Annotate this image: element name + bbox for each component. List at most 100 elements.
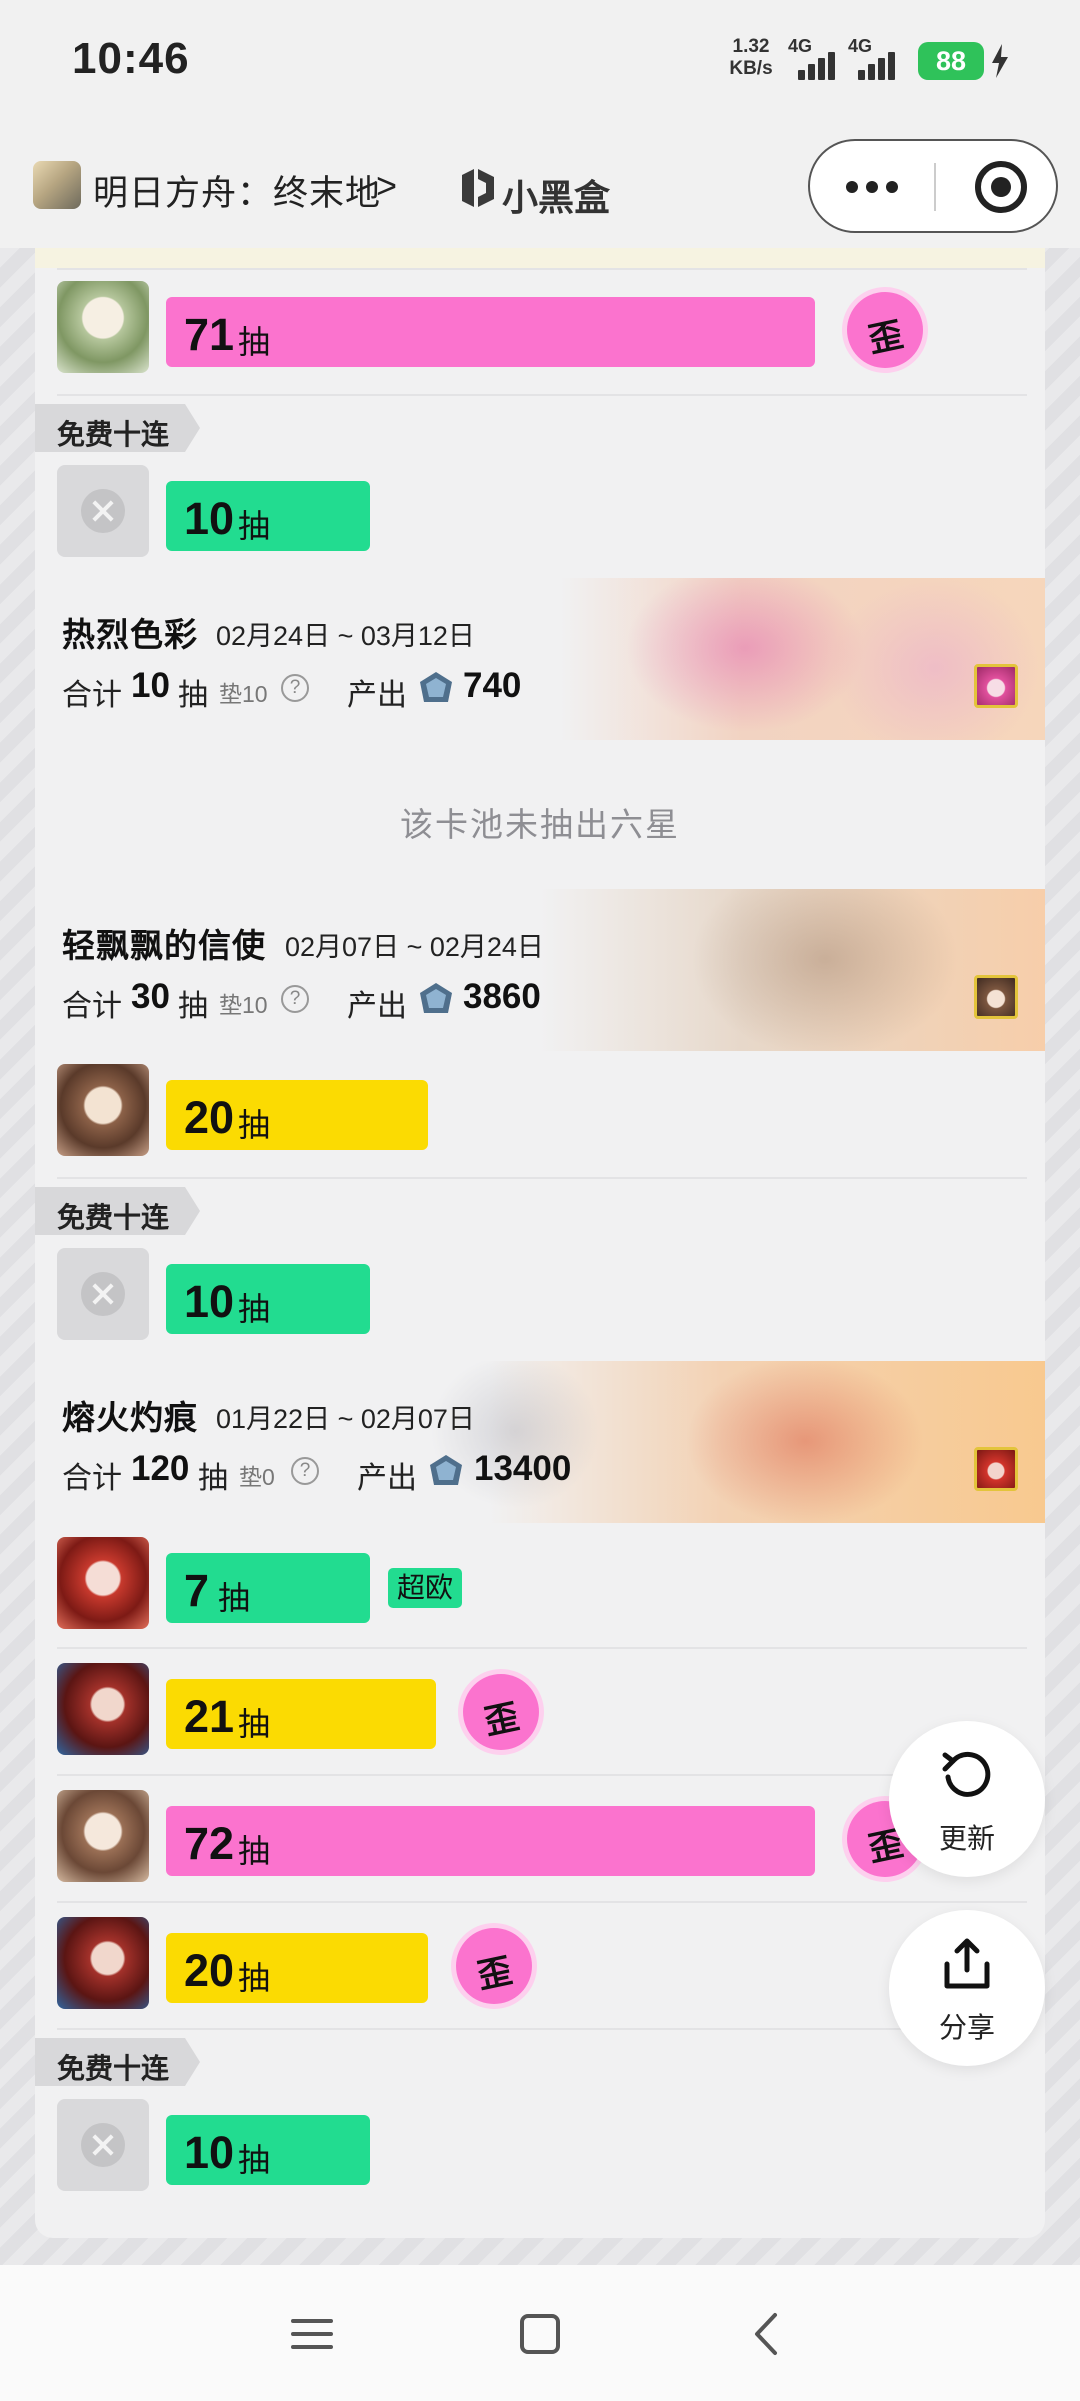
total-pulls: 10	[131, 666, 170, 705]
pull-count-bar: 10 抽	[166, 1264, 370, 1334]
pool-banner-art	[35, 578, 1045, 740]
free-ten-pull-tag: 免费十连	[35, 404, 200, 452]
pity-count: 垫0	[239, 1464, 275, 1490]
pull-count-bar: 72 抽	[166, 1806, 815, 1876]
pull-record-row: 21 抽 歪	[35, 1652, 1045, 1762]
free-ten-pull-label: 免费十连	[57, 1202, 170, 1233]
xiaoheihe-logo-icon	[462, 169, 494, 207]
pull-record-row: 20 抽	[35, 1053, 1045, 1163]
pull-unit: 抽	[238, 1833, 271, 1869]
operator-avatar	[57, 281, 149, 373]
refresh-icon	[942, 1751, 991, 1797]
pool-date: 02月24日 ~ 03月12日	[216, 621, 475, 651]
home-square-icon[interactable]	[515, 2309, 565, 2359]
capsule-menu	[808, 139, 1058, 233]
pool-name: 热烈色彩	[62, 616, 198, 653]
operator-avatar	[57, 1663, 149, 1755]
off-banner-badge: 歪	[456, 1928, 532, 2004]
more-button[interactable]	[810, 141, 934, 231]
pull-count: 21	[184, 1691, 235, 1742]
pull-count: 10	[184, 493, 235, 544]
refresh-button[interactable]: 更新	[889, 1721, 1045, 1877]
pull-unit: 抽	[238, 324, 271, 360]
pull-count-bar: 10 抽	[166, 481, 370, 551]
free-ten-pull-label: 免费十连	[57, 419, 170, 450]
pull-record-row: 10 抽	[35, 454, 1045, 564]
pull-record-row: 10 抽	[35, 2088, 1045, 2198]
help-icon[interactable]: ?	[291, 1457, 319, 1485]
previous-banner-edge	[35, 248, 1045, 268]
pool-header[interactable]: 轻飘飘的信使 02月07日 ~ 02月24日 合计 30 抽 垫10 ? 产出 …	[35, 889, 1045, 1051]
help-icon[interactable]: ?	[281, 674, 309, 702]
pull-unit: 抽	[238, 1960, 271, 1996]
no-six-star-note: 该卡池未抽出六星	[400, 806, 680, 843]
pool-banner-art	[35, 889, 1045, 1051]
output-label: 产出	[347, 679, 407, 712]
empty-avatar	[57, 465, 149, 557]
six-star-operator-icon	[974, 664, 1018, 708]
capsule-divider	[934, 163, 936, 211]
pull-count: 10	[184, 1276, 235, 1327]
pull-count-bar: 71 抽	[166, 297, 815, 367]
empty-avatar	[57, 1248, 149, 1340]
output-amount: 740	[463, 666, 522, 705]
output-label: 产出	[347, 990, 407, 1023]
free-ten-pull-label: 免费十连	[57, 2053, 170, 2084]
close-target-icon[interactable]	[975, 161, 1027, 213]
pull-count: 7	[184, 1565, 210, 1616]
pull-unit: 抽	[238, 1706, 271, 1742]
pull-count: 10	[184, 2127, 235, 2178]
game-title[interactable]: 明日方舟：终末地	[93, 165, 381, 216]
pool-header[interactable]: 熔火灼痕 01月22日 ~ 02月07日 合计 120 抽 垫0 ? 产出 13…	[35, 1361, 1045, 1523]
close-icon	[81, 489, 125, 533]
pull-count: 71	[184, 309, 235, 360]
off-banner-badge: 歪	[463, 1674, 539, 1750]
pool-banner-art	[35, 1361, 1045, 1523]
status-bar: 10:46 1.32 KB/s 4G 4G 88	[0, 0, 1080, 125]
total-pulls: 120	[131, 1449, 190, 1488]
share-label: 分享	[938, 2012, 995, 2043]
off-banner-label: 歪	[474, 1951, 516, 1997]
charging-icon	[992, 44, 1008, 78]
pull-unit: 抽	[238, 508, 271, 544]
pull-count-bar: 21 抽	[166, 1679, 436, 1749]
empty-avatar	[57, 2099, 149, 2191]
game-avatar[interactable]	[33, 161, 81, 209]
divider	[57, 394, 1027, 396]
output-label: 产出	[357, 1462, 417, 1495]
divider	[57, 1177, 1027, 1179]
orundum-icon	[420, 983, 452, 1013]
orundum-icon	[430, 1455, 462, 1485]
pull-record-row: 7 抽 超欧	[35, 1526, 1045, 1636]
output-amount: 13400	[474, 1449, 572, 1488]
help-icon[interactable]: ?	[281, 985, 309, 1013]
status-time: 10:46	[72, 34, 190, 83]
share-button[interactable]: 分享	[889, 1910, 1045, 2066]
more-dots-icon	[846, 181, 858, 193]
back-icon[interactable]	[743, 2309, 793, 2359]
share-icon	[944, 1938, 990, 1989]
divider	[57, 1774, 1027, 1776]
network-speed-unit: KB/s	[729, 58, 773, 79]
pool-name: 熔火灼痕	[62, 1399, 198, 1436]
six-star-operator-icon	[974, 1447, 1018, 1491]
content-area[interactable]: 71 抽 歪 免费十连 10 抽 热烈色彩 02月24日 ~ 03月12日 合计…	[0, 248, 1080, 2265]
pull-count: 20	[184, 1945, 235, 1996]
total-label: 合计	[62, 679, 122, 712]
orundum-icon	[420, 672, 452, 702]
output-amount: 3860	[463, 977, 541, 1016]
chevron-right-icon[interactable]: >	[376, 165, 397, 207]
menu-icon[interactable]	[287, 2309, 337, 2359]
off-banner-badge: 歪	[847, 292, 923, 368]
off-banner-label: 歪	[481, 1697, 523, 1743]
total-unit: 抽	[198, 1462, 228, 1495]
network-speed-value: 1.32	[732, 36, 770, 57]
six-star-operator-icon	[974, 975, 1018, 1019]
close-icon	[81, 2123, 125, 2167]
pool-header[interactable]: 热烈色彩 02月24日 ~ 03月12日 合计 10 抽 垫10 ? 产出 74…	[35, 578, 1045, 740]
total-label: 合计	[62, 990, 122, 1023]
total-pulls: 30	[131, 977, 170, 1016]
pull-count: 20	[184, 1092, 235, 1143]
pity-count: 垫10	[219, 681, 268, 707]
pity-count: 垫10	[219, 992, 268, 1018]
